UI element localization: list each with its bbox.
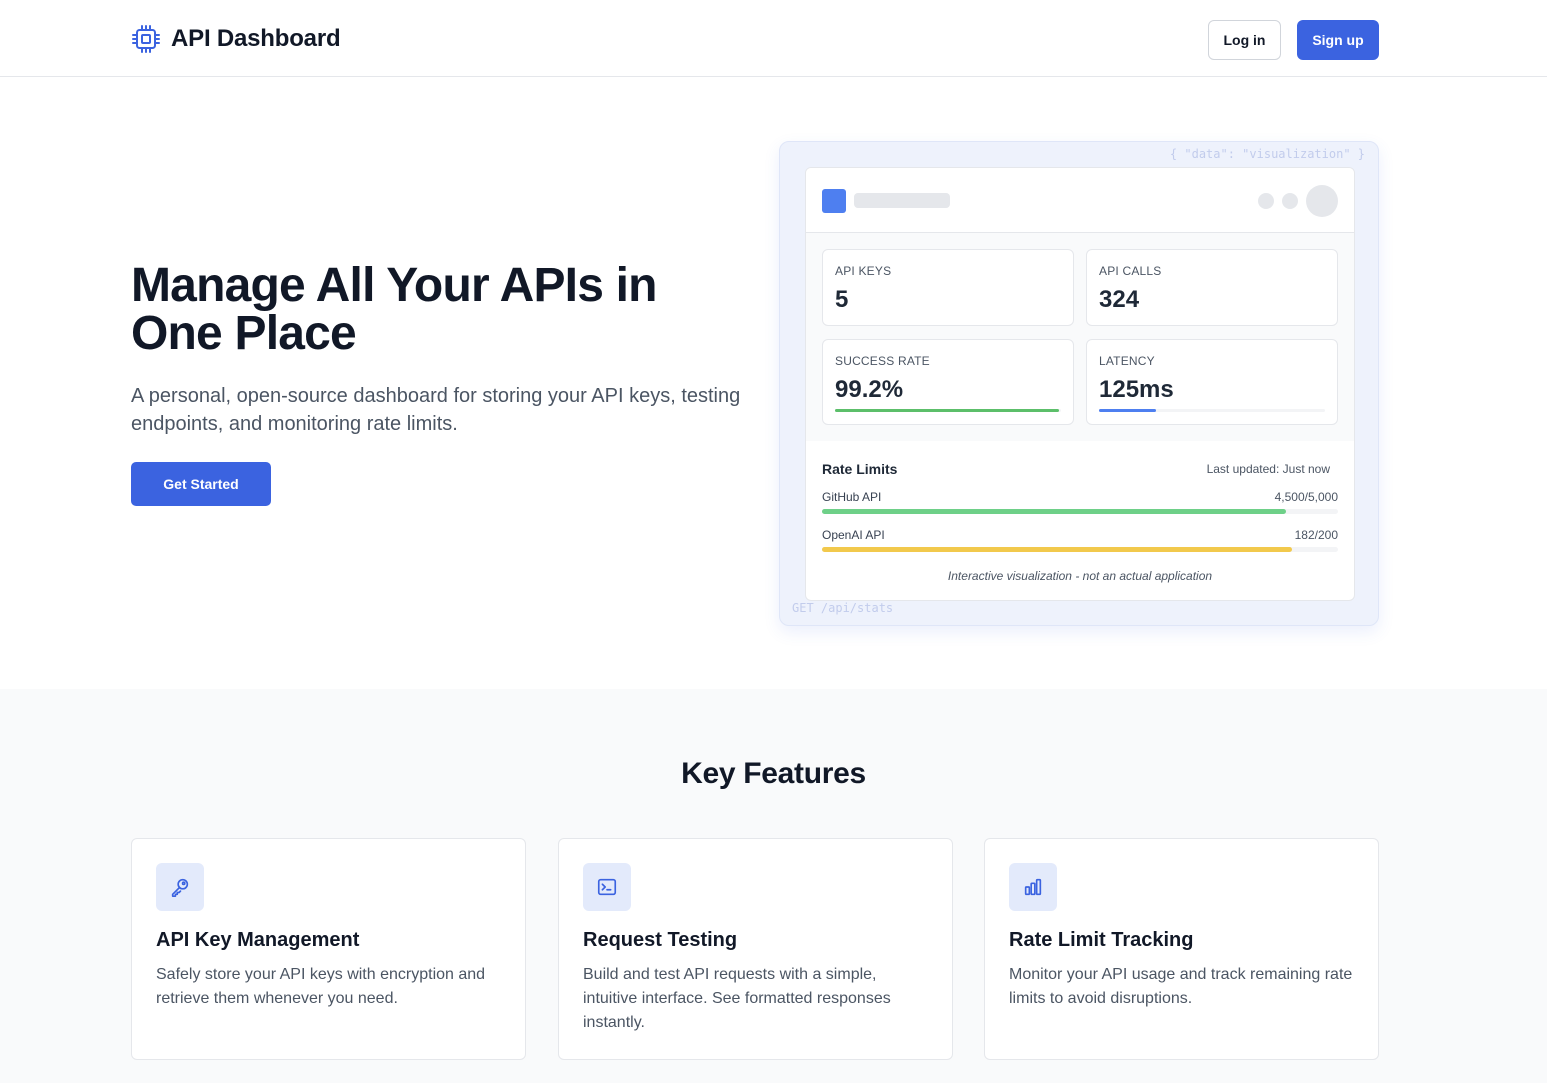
brand-logo[interactable]: API Dashboard [131, 24, 341, 54]
cpu-chip-icon [131, 24, 161, 54]
stat-label: API CALLS [1099, 264, 1162, 278]
features-title: Key Features [681, 757, 866, 790]
stat-value: 125ms [1099, 376, 1174, 403]
rate-limit-bar-fill [822, 547, 1292, 552]
features-section: Key Features API Key Management Safely s… [0, 689, 1547, 1083]
hero-title: Manage All Your APIs in One Place [131, 259, 658, 360]
success-rate-bar [835, 409, 1061, 412]
top-navbar: API Dashboard Log in Sign up [0, 0, 1547, 77]
stat-label: LATENCY [1099, 354, 1155, 368]
get-started-button[interactable]: Get Started [131, 462, 271, 506]
preview-title-placeholder [854, 193, 950, 208]
signup-button[interactable]: Sign up [1297, 20, 1379, 60]
stat-value: 324 [1099, 286, 1140, 313]
key-icon [156, 863, 204, 911]
preview-window: API KEYS 5 API CALLS 324 SUCCESS RATE 99… [805, 167, 1355, 601]
dashboard-preview: { "data": "visualization" } API KEYS 5 A… [779, 141, 1379, 626]
preview-dot-placeholder [1282, 193, 1298, 209]
rate-limit-name: OpenAI API [822, 528, 885, 542]
stat-label: API KEYS [835, 264, 892, 278]
feature-card-request-testing: Request Testing Build and test API reque… [558, 838, 953, 1060]
feature-description: Monitor your API usage and track remaini… [1009, 966, 1353, 1007]
feature-title: Request Testing [583, 929, 738, 951]
stat-card-api-keys: API KEYS 5 [822, 249, 1074, 326]
preview-stats-area: API KEYS 5 API CALLS 324 SUCCESS RATE 99… [806, 233, 1354, 441]
feature-description: Safely store your API keys with encrypti… [156, 966, 486, 1007]
code-snippet-bottom: GET /api/stats [792, 601, 894, 615]
visualization-disclaimer: Interactive visualization - not an actua… [947, 569, 1213, 583]
feature-title: Rate Limit Tracking [1009, 929, 1194, 951]
rate-limits-updated: Last updated: Just now [1206, 462, 1330, 476]
feature-description: Build and test API requests with a simpl… [583, 966, 891, 1031]
stat-card-api-calls: API CALLS 324 [1086, 249, 1338, 326]
rate-limit-bar-openai [822, 547, 1338, 552]
success-rate-bar-fill [835, 409, 1060, 412]
terminal-icon [583, 863, 631, 911]
preview-dot-placeholder [1258, 193, 1274, 209]
feature-card-rate-limits: Rate Limit Tracking Monitor your API usa… [984, 838, 1379, 1060]
stat-card-latency: LATENCY 125ms [1086, 339, 1338, 425]
rate-limit-bar-fill [822, 509, 1287, 514]
rate-limit-count: 182/200 [1294, 528, 1338, 542]
rate-limits-title: Rate Limits [822, 461, 898, 477]
stat-value: 5 [835, 286, 849, 313]
stat-value: 99.2% [835, 376, 904, 403]
preview-avatar-placeholder [1306, 185, 1338, 217]
feature-title: API Key Management [156, 929, 360, 951]
preview-topbar [806, 168, 1354, 233]
stat-card-success-rate: SUCCESS RATE 99.2% [822, 339, 1074, 425]
rate-limit-name: GitHub API [822, 490, 882, 504]
preview-logo-placeholder [822, 189, 846, 213]
code-snippet-top: { "data": "visualization" } [1169, 147, 1365, 161]
stat-label: SUCCESS RATE [835, 354, 930, 368]
rate-limit-count: 4,500/5,000 [1274, 490, 1338, 504]
rate-limit-bar-github [822, 509, 1338, 514]
login-button[interactable]: Log in [1208, 20, 1281, 60]
hero-subtitle: A personal, open-source dashboard for st… [131, 385, 741, 435]
latency-bar-fill [1099, 409, 1156, 412]
feature-card-api-keys: API Key Management Safely store your API… [131, 838, 526, 1060]
brand-name: API Dashboard [171, 25, 341, 52]
latency-bar [1099, 409, 1325, 412]
bar-chart-icon [1009, 863, 1057, 911]
